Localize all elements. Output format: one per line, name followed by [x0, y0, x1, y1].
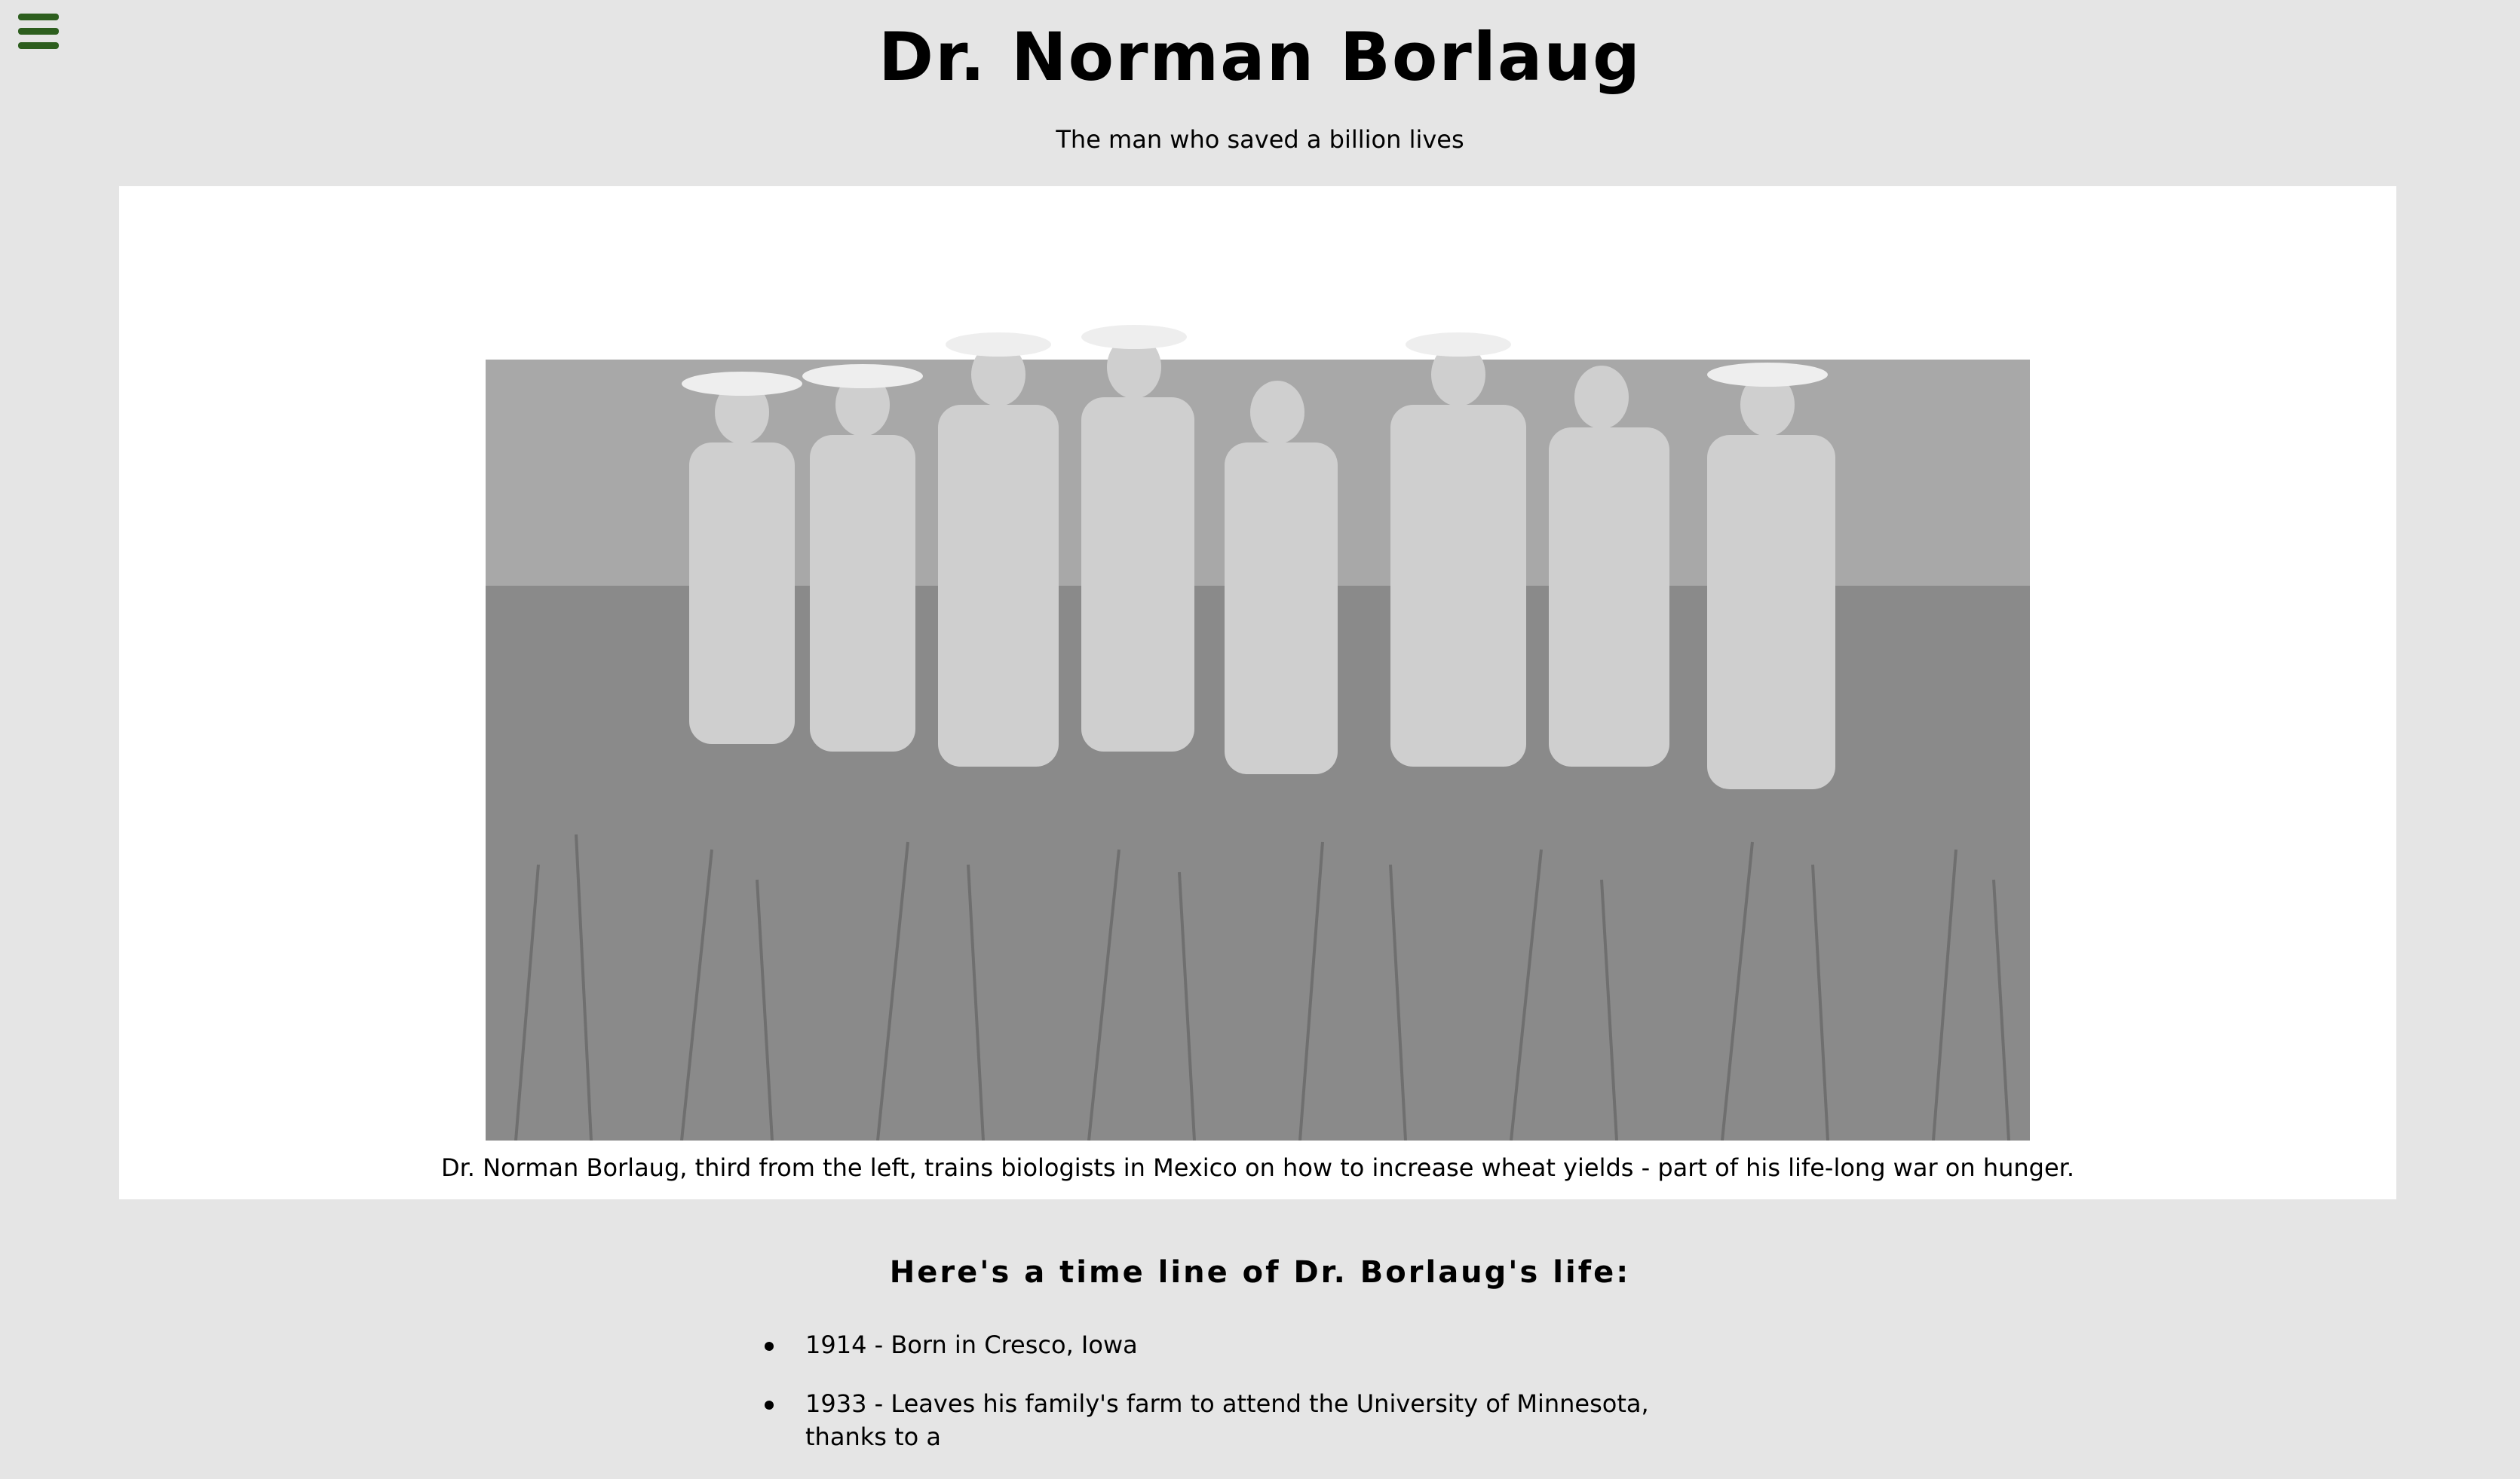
timeline-heading: Here's a time line of Dr. Borlaug's life… — [889, 1255, 1631, 1290]
timeline-item: 1933 - Leaves his family's farm to atten… — [762, 1387, 1712, 1453]
timeline-list: 1914 - Born in Cresco, Iowa 1933 - Leave… — [762, 1328, 1712, 1479]
photo-caption: Dr. Norman Borlaug, third from the left,… — [440, 1153, 2075, 1182]
page-subtitle: The man who saved a billion lives — [1056, 125, 1464, 154]
field-photo — [486, 186, 2030, 1141]
photo-panel: Dr. Norman Borlaug, third from the left,… — [119, 186, 2396, 1199]
page-title: Dr. Norman Borlaug — [878, 18, 1642, 96]
timeline-item: 1914 - Born in Cresco, Iowa — [762, 1328, 1712, 1361]
field-photo-illustration — [486, 186, 2030, 1141]
sky — [486, 186, 2030, 360]
